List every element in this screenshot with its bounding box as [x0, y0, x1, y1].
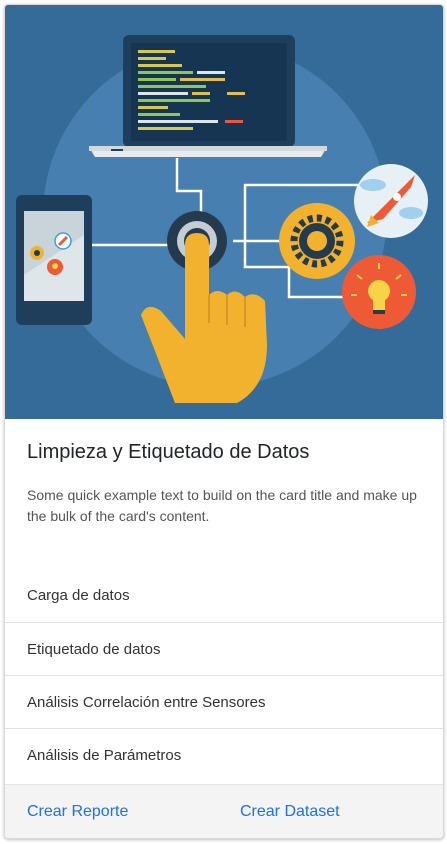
- crear-reporte-link[interactable]: Crear Reporte: [27, 785, 128, 838]
- list-group: Carga de datos Etiquetado de datos Análi…: [5, 569, 443, 781]
- rocket-icon: [354, 164, 428, 238]
- laptop-icon: [89, 35, 327, 157]
- card-text: Some quick example text to build on the …: [27, 487, 417, 524]
- list-item-analisis-correlacion[interactable]: Análisis Correlación entre Sensores: [5, 675, 443, 728]
- lightbulb-icon: [342, 255, 416, 329]
- list-item-analisis-parametros[interactable]: Análisis de Parámetros: [5, 728, 443, 781]
- card-image: [5, 5, 443, 419]
- card: Limpieza y Etiquetado de Datos Some quic…: [4, 4, 444, 839]
- gear-icon: [279, 203, 355, 279]
- phone-icon: [16, 195, 92, 325]
- crear-dataset-link[interactable]: Crear Dataset: [240, 785, 340, 838]
- card-title: Limpieza y Etiquetado de Datos: [27, 441, 310, 463]
- list-item-carga-de-datos[interactable]: Carga de datos: [5, 569, 443, 622]
- card-footer: Crear Reporte Crear Dataset: [5, 784, 443, 838]
- list-item-etiquetado-de-datos[interactable]: Etiquetado de datos: [5, 622, 443, 675]
